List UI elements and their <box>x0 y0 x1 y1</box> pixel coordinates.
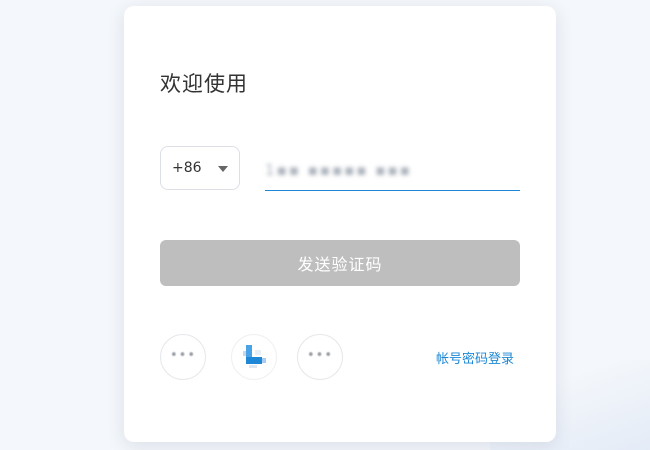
social-login-button[interactable]: ••• <box>160 334 206 380</box>
country-code-select[interactable]: +86 <box>160 146 240 190</box>
brand-logo-icon <box>243 345 267 369</box>
send-code-button[interactable]: 发送验证码 <box>160 240 520 286</box>
social-login-button[interactable]: ••• <box>297 334 343 380</box>
phone-number-value: 1▪▪ ▪▪▪▪▪ ▪▪▪ <box>265 161 412 179</box>
login-card: 欢迎使用 +86 1▪▪ ▪▪▪▪▪ ▪▪▪ 发送验证码 ••• ••• 帐号密… <box>124 6 556 442</box>
welcome-title: 欢迎使用 <box>160 72 248 96</box>
more-icon: ••• <box>306 348 333 363</box>
chevron-down-icon <box>218 166 228 172</box>
country-code-value: +86 <box>172 160 202 176</box>
more-icon: ••• <box>169 348 196 363</box>
phone-number-input[interactable]: 1▪▪ ▪▪▪▪▪ ▪▪▪ <box>265 152 520 191</box>
social-login-button[interactable] <box>231 334 277 380</box>
password-login-link[interactable]: 帐号密码登录 <box>436 348 514 367</box>
